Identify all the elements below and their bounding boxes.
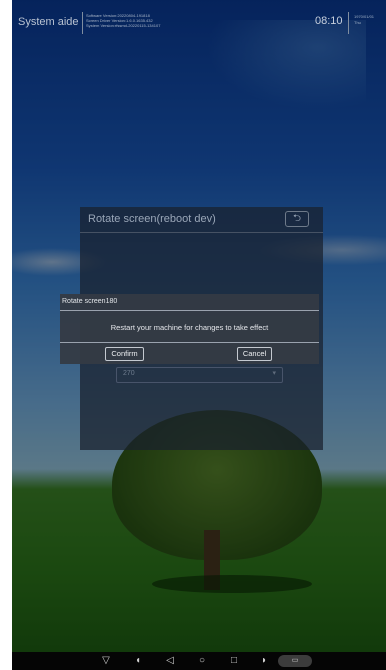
hide-navbar-icon[interactable]: ▽ (98, 654, 114, 668)
panel-title: Rotate screen(reboot dev) (88, 213, 216, 225)
app-title: System aide (18, 16, 79, 28)
date-info: 1970/01/01 Thu (354, 14, 374, 26)
chevron-down-icon: ▾ (272, 370, 276, 377)
confirm-button[interactable]: Confirm (105, 347, 144, 361)
volume-up-icon[interactable]: ◗ (256, 654, 272, 668)
rotation-option-270[interactable]: 270 ▾ (116, 367, 283, 383)
back-icon[interactable]: ◁ (162, 654, 178, 668)
system-version: System Version:rfssmd-20220115-134107 (86, 23, 161, 28)
confirm-dialog: Rotate screen180 Restart your machine fo… (60, 294, 319, 364)
volume-down-icon[interactable]: ◖ (130, 654, 146, 668)
home-icon[interactable]: ○ (194, 654, 210, 668)
dialog-divider (60, 310, 319, 311)
dialog-title: Rotate screen180 (62, 298, 118, 305)
divider (348, 12, 349, 34)
recents-icon[interactable]: □ (226, 654, 242, 668)
weekday: Thu (354, 20, 361, 25)
version-info: Software Version:20220804-191818 Screen … (86, 13, 160, 28)
clock: 08:10 (315, 15, 343, 27)
screenshot-icon[interactable]: ▭ (278, 655, 312, 667)
panel-divider (80, 232, 323, 233)
divider (82, 12, 83, 34)
dialog-divider (60, 342, 319, 343)
status-bar: System aide Software Version:20220804-19… (12, 0, 386, 40)
option-label: 270 (123, 370, 135, 377)
return-icon[interactable]: ⮌ (285, 211, 309, 227)
dialog-message: Restart your machine for changes to take… (110, 323, 269, 332)
navigation-bar: ▽ ◖ ◁ ○ □ ◗ ▭ (12, 652, 386, 670)
cancel-button[interactable]: Cancel (237, 347, 272, 361)
